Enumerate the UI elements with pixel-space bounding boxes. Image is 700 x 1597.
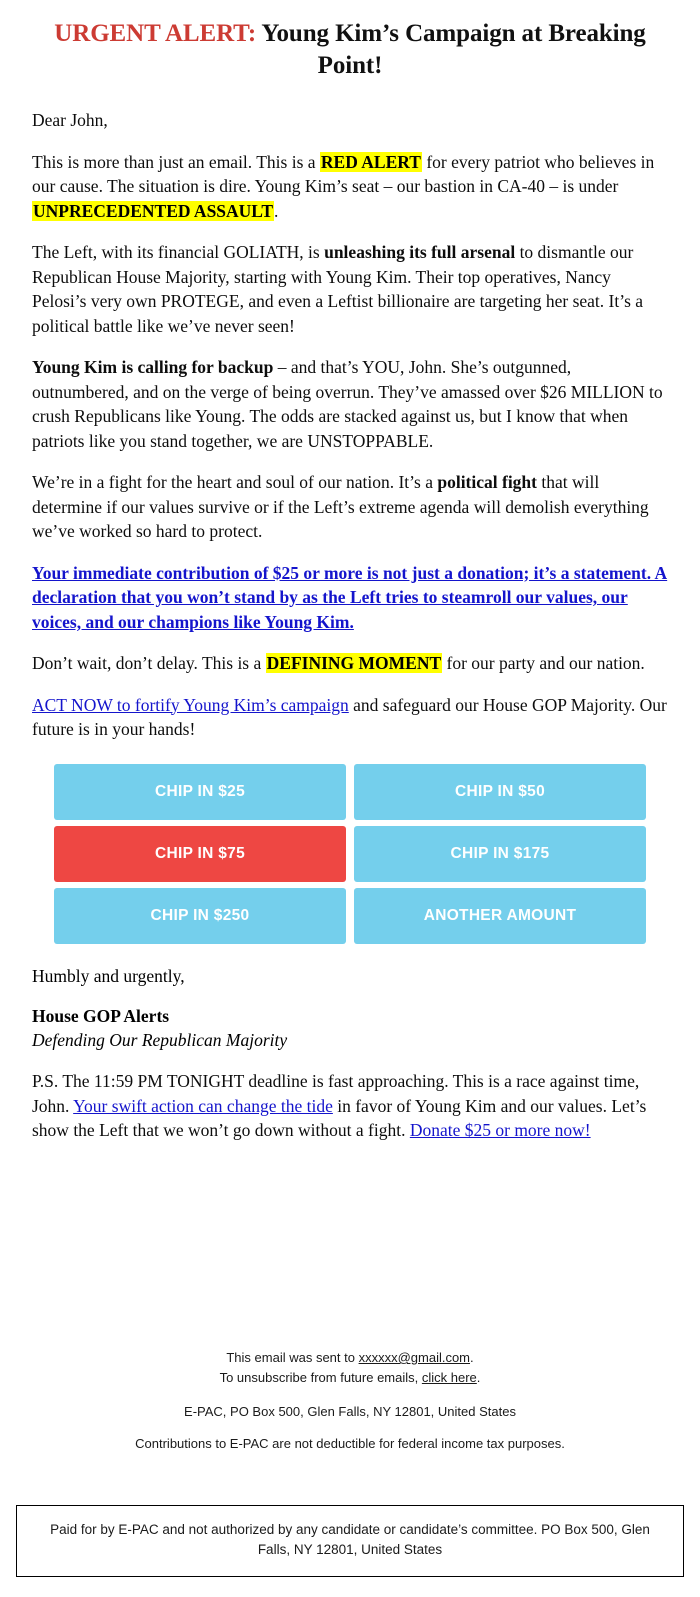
signature-closing: Humbly and urgently, — [32, 965, 185, 986]
another-amount-button[interactable]: ANOTHER AMOUNT — [354, 887, 646, 944]
footer-unsub-suffix: . — [476, 1370, 481, 1386]
highlight-unprecedented-assault: UNPRECEDENTED ASSAULT — [32, 200, 275, 221]
paragraph-4: We’re in a fight for the heart and soul … — [32, 470, 668, 544]
paragraph-3: Young Kim is calling for backup – and th… — [32, 355, 668, 453]
footer-unsub-prefix: To unsubscribe from future emails, — [219, 1370, 422, 1386]
p1-text-a: This is more than just an email. This is… — [32, 151, 320, 172]
p4-bold-phrase: political fight — [437, 472, 537, 492]
signature-tagline: Defending Our Republican Majority — [32, 1029, 288, 1050]
footer-tax-note: Contributions to E-PAC are not deductibl… — [135, 1436, 565, 1452]
chip-in-25-button[interactable]: CHIP IN $25 — [54, 763, 346, 820]
p2-text-a: The Left, with its financial GOLIATH, is — [32, 242, 325, 262]
donation-button-grid: CHIP IN $25 CHIP IN $50 CHIP IN $75 CHIP… — [16, 763, 684, 944]
paragraph-2: The Left, with its financial GOLIATH, is… — [32, 240, 668, 338]
p3-bold-phrase: Young Kim is calling for backup — [32, 357, 274, 377]
footer-contact-block: This email was sent to xxxxxx@gmail.com.… — [0, 1348, 700, 1388]
p4-text-a: We’re in a fight for the heart and soul … — [32, 472, 438, 492]
p1-text-c: . — [274, 200, 279, 221]
email-page: URGENT ALERT: Young Kim’s Campaign at Br… — [0, 0, 700, 1597]
recipient-email-link[interactable]: xxxxxx@gmail.com — [359, 1350, 470, 1365]
chip-in-50-button[interactable]: CHIP IN $50 — [354, 763, 646, 820]
footer-sent-suffix: . — [470, 1350, 474, 1365]
donate-25-or-more-link[interactable]: Donate $25 or more now! — [410, 1120, 591, 1140]
urgent-alert-prefix: URGENT ALERT: — [54, 20, 257, 47]
salutation: Dear John, — [32, 110, 108, 130]
p2-bold-phrase: unleashing its full arsenal — [324, 242, 516, 262]
email-footer: This email was sent to xxxxxx@gmail.com.… — [0, 1348, 700, 1455]
paragraph-5-contribution-link: Your immediate contribution of $25 or mo… — [32, 561, 668, 635]
chip-in-250-button[interactable]: CHIP IN $250 — [54, 887, 346, 944]
headline-rest: Young Kim’s Campaign at Breaking Point! — [256, 20, 646, 79]
footer-unsubscribe-line: To unsubscribe from future emails, click… — [0, 1368, 700, 1388]
signature-block: Humbly and urgently, House GOP Alerts De… — [16, 964, 684, 1143]
paid-for-by-disclaimer: Paid for by E-PAC and not authorized by … — [16, 1505, 684, 1577]
email-body: Dear John, This is more than just an ema… — [16, 108, 684, 742]
postscript: P.S. The 11:59 PM TONIGHT deadline is fa… — [32, 1069, 668, 1143]
paragraph-7: ACT NOW to fortify Young Kim’s campaign … — [32, 693, 668, 742]
highlight-defining-moment: DEFINING MOMENT — [265, 653, 443, 673]
footer-sent-prefix: This email was sent to — [226, 1350, 359, 1365]
page-title: URGENT ALERT: Young Kim’s Campaign at Br… — [16, 0, 684, 82]
p6-text-a: Don’t wait, don’t delay. This is a — [32, 653, 266, 673]
paragraph-6: Don’t wait, don’t delay. This is a DEFIN… — [32, 651, 668, 676]
paragraph-1: This is more than just an email. This is… — [32, 150, 668, 224]
p6-text-b: for our party and our nation. — [442, 653, 645, 673]
unsubscribe-link[interactable]: click here — [422, 1370, 477, 1385]
contribution-statement-link[interactable]: Your immediate contribution of $25 or mo… — [32, 563, 667, 632]
swift-action-link[interactable]: Your swift action can change the tide — [73, 1096, 333, 1116]
footer-address: E-PAC, PO Box 500, Glen Falls, NY 12801,… — [184, 1404, 516, 1420]
chip-in-75-button[interactable]: CHIP IN $75 — [54, 825, 346, 882]
chip-in-175-button[interactable]: CHIP IN $175 — [354, 825, 646, 882]
footer-sent-to-line: This email was sent to xxxxxx@gmail.com. — [0, 1348, 700, 1368]
highlight-red-alert: RED ALERT — [319, 151, 422, 172]
act-now-link[interactable]: ACT NOW to fortify Young Kim’s campaign — [32, 695, 349, 715]
signature-name: House GOP Alerts — [32, 1006, 170, 1026]
